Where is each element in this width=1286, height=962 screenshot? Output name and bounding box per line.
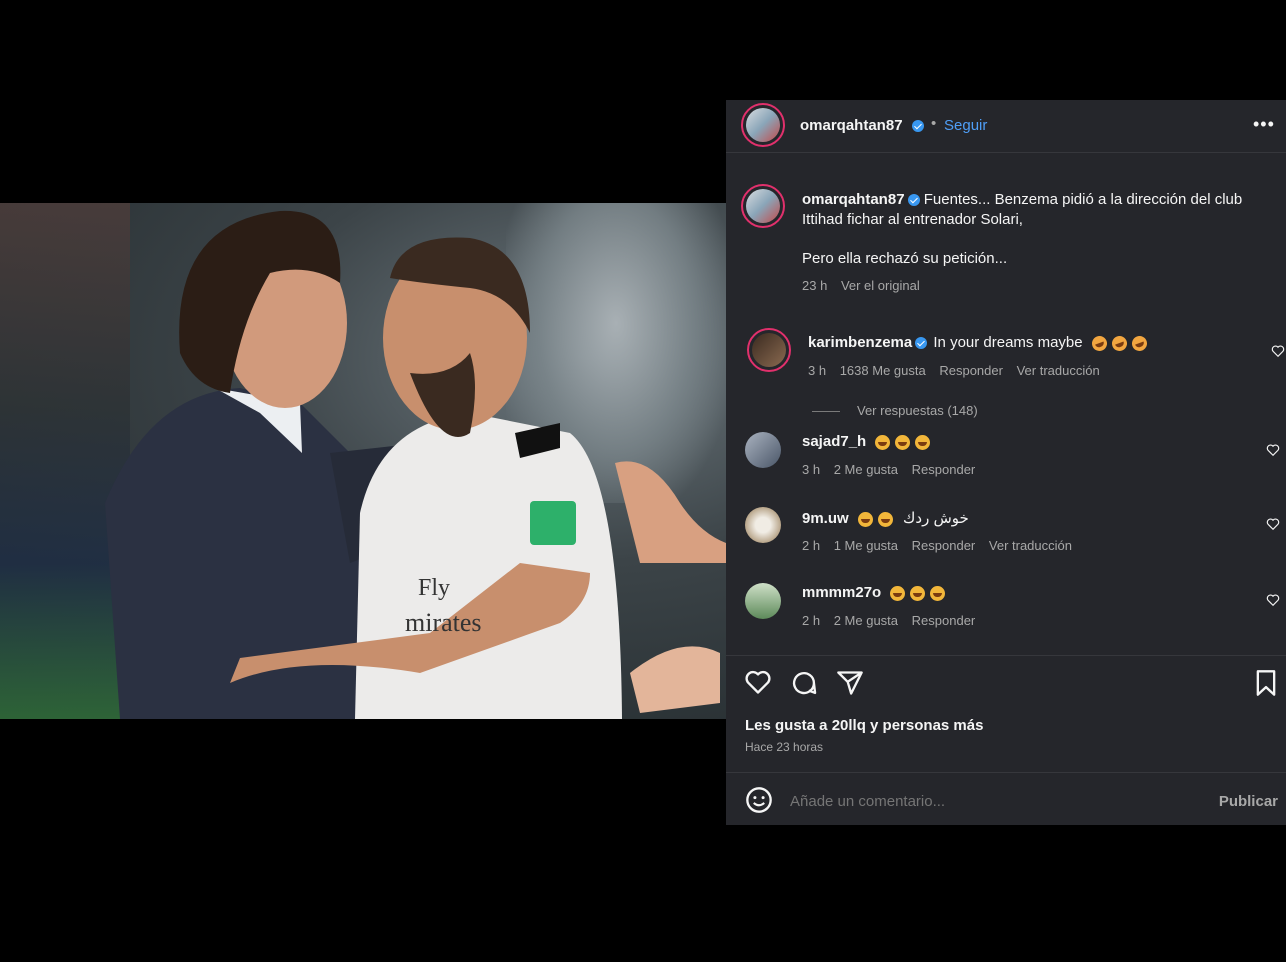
reply-button[interactable]: Responder <box>912 613 976 628</box>
comment-input[interactable] <box>788 788 1172 814</box>
grinning-emoji-icon <box>877 511 893 527</box>
comment-text: خوش ردك <box>903 510 969 527</box>
reply-button[interactable]: Responder <box>939 363 1003 378</box>
post-header: omarqahtan87 • Seguir ••• <box>726 100 1286 152</box>
post-photo-illustration: Fly mirates <box>105 210 726 719</box>
see-original-link[interactable]: Ver el original <box>841 278 920 293</box>
grinning-emoji-icon <box>890 585 906 601</box>
grinning-emoji-icon <box>915 434 931 450</box>
grinning-emoji-icon <box>930 585 946 601</box>
caption-line-3: Pero ella rechazó su petición... <box>802 250 1008 267</box>
comment: karimbenzema In your dreams maybe <box>808 333 1149 353</box>
comment-username[interactable]: mmmm27o <box>802 584 881 601</box>
separator-dot: • <box>931 115 937 132</box>
comment: sajad7_h <box>802 433 931 450</box>
posted-time: Hace 23 horas <box>745 740 824 754</box>
caption-time: 23 h <box>802 278 828 293</box>
verified-icon <box>912 120 924 132</box>
laughing-emoji-icon <box>1129 333 1149 353</box>
comment-likes[interactable]: 1 Me gusta <box>834 538 898 553</box>
jersey-text-2: mirates <box>405 608 482 637</box>
post-panel: omarqahtan87 • Seguir ••• omarqahtan87 F… <box>726 100 1286 825</box>
replies-line <box>812 411 840 412</box>
follow-button[interactable]: Seguir <box>944 117 987 134</box>
comment-meta: 2 h 1 Me gusta Responder Ver traducción <box>802 538 1072 553</box>
comment-username[interactable]: sajad7_h <box>802 433 866 450</box>
reply-button[interactable]: Responder <box>912 538 976 553</box>
comment-avatar[interactable] <box>747 328 791 372</box>
heart-icon[interactable] <box>744 668 772 696</box>
caption-avatar[interactable] <box>741 184 785 228</box>
comment-likes[interactable]: 2 Me gusta <box>834 613 898 628</box>
comment-time: 3 h <box>802 462 821 477</box>
grinning-emoji-icon <box>857 511 873 527</box>
jersey-text-1: Fly <box>418 575 450 601</box>
bookmark-icon[interactable] <box>1252 669 1280 697</box>
grinning-emoji-icon <box>895 434 911 450</box>
publish-button[interactable]: Publicar <box>1219 793 1278 810</box>
translate-button[interactable]: Ver traducción <box>989 538 1072 553</box>
share-icon[interactable] <box>836 669 864 697</box>
comment-like-icon[interactable] <box>1266 443 1280 457</box>
caption-line-2: Ittihad fichar al entrenador Solari, <box>802 211 1023 228</box>
comment-username[interactable]: 9m.uw <box>802 510 849 527</box>
reply-button[interactable]: Responder <box>912 462 976 477</box>
caption-line-1: Fuentes... Benzema pidió a la dirección … <box>923 191 1243 208</box>
verified-icon <box>907 194 920 207</box>
caption-username[interactable]: omarqahtan87 <box>802 191 905 208</box>
comment-time: 3 h <box>808 363 827 378</box>
laughing-emoji-icon <box>1109 333 1129 353</box>
comment-like-icon[interactable] <box>1266 593 1280 607</box>
comment-time: 2 h <box>802 613 821 628</box>
comment-icon[interactable] <box>790 669 818 697</box>
comment-meta: 3 h 2 Me gusta Responder <box>802 462 975 477</box>
comment-meta: 2 h 2 Me gusta Responder <box>802 613 975 628</box>
comment: mmmm27o <box>802 584 946 601</box>
verified-icon <box>915 337 928 350</box>
comment-avatar[interactable] <box>745 583 781 619</box>
comment-like-icon[interactable] <box>1266 517 1280 531</box>
comment-avatar[interactable] <box>745 507 781 543</box>
emoji-icon[interactable] <box>745 786 773 814</box>
more-icon[interactable]: ••• <box>1253 114 1275 135</box>
caption: omarqahtan87 Fuentes... Benzema pidió a … <box>802 190 1272 230</box>
author-avatar[interactable] <box>741 103 785 147</box>
grinning-emoji-icon <box>875 434 891 450</box>
grinning-emoji-icon <box>910 585 926 601</box>
comment-meta: 3 h 1638 Me gusta Responder Ver traducci… <box>808 363 1100 378</box>
comment-time: 2 h <box>802 538 821 553</box>
caption-meta: 23 h Ver el original <box>802 278 920 293</box>
comment-likes[interactable]: 2 Me gusta <box>834 462 898 477</box>
comment-username[interactable]: karimbenzema <box>808 334 912 351</box>
view-replies-button[interactable]: Ver respuestas (148) <box>857 403 978 418</box>
likes-summary[interactable]: Les gusta a 20llq y personas más <box>745 717 983 734</box>
comment: 9m.uw خوش ردك <box>802 509 969 527</box>
header-username[interactable]: omarqahtan87 <box>800 117 903 134</box>
comment-avatar[interactable] <box>745 432 781 468</box>
comment-like-icon[interactable] <box>1271 344 1285 358</box>
post-image: Fly mirates <box>0 203 726 719</box>
laughing-emoji-icon <box>1089 333 1109 353</box>
translate-button[interactable]: Ver traducción <box>1017 363 1100 378</box>
comment-likes[interactable]: 1638 Me gusta <box>840 363 926 378</box>
comment-text: In your dreams maybe <box>933 334 1083 351</box>
